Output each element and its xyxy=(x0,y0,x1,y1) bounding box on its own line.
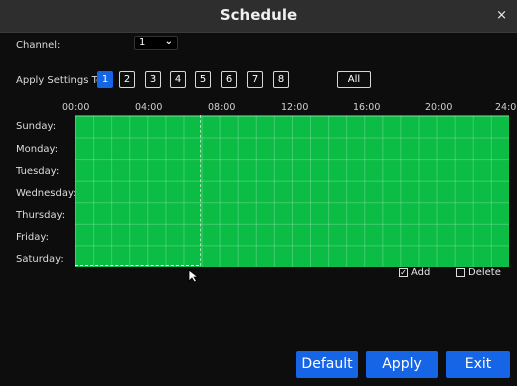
day-label-saturday: Saturday: xyxy=(16,254,64,265)
window-title: Schedule xyxy=(219,6,298,24)
delete-checkbox[interactable] xyxy=(456,268,465,277)
day-label-monday: Monday: xyxy=(16,144,59,155)
day-label-thursday: Thursday: xyxy=(16,210,66,221)
delete-mode-option[interactable]: Delete xyxy=(456,267,501,278)
default-button[interactable]: Default xyxy=(296,351,358,378)
apply-channel-4-button[interactable]: 4 xyxy=(170,71,186,88)
chevron-down-icon: ⌄ xyxy=(164,36,173,47)
hour-label: 00:00 xyxy=(62,102,90,113)
mouse-cursor-icon xyxy=(188,269,200,283)
exit-button[interactable]: Exit xyxy=(446,351,510,378)
hour-label: 12:00 xyxy=(281,102,309,113)
channel-label: Channel: xyxy=(16,40,61,51)
day-label-sunday: Sunday: xyxy=(16,121,57,132)
add-label: Add xyxy=(411,267,431,278)
day-label-friday: Friday: xyxy=(16,232,49,243)
hour-label: 08:00 xyxy=(208,102,236,113)
selection-outline xyxy=(75,265,199,267)
apply-channel-7-button[interactable]: 7 xyxy=(247,71,263,88)
apply-channel-8-button[interactable]: 8 xyxy=(273,71,289,88)
apply-all-button[interactable]: All xyxy=(337,71,371,88)
apply-channel-2-button[interactable]: 2 xyxy=(119,71,135,88)
hour-label: 24:00 xyxy=(495,102,517,113)
apply-channel-6-button[interactable]: 6 xyxy=(221,71,237,88)
apply-channel-1-button[interactable]: 1 xyxy=(97,71,113,88)
apply-channel-3-button[interactable]: 3 xyxy=(145,71,161,88)
schedule-grid[interactable] xyxy=(75,115,509,267)
channel-select[interactable]: 1 ⌄ xyxy=(134,36,178,50)
apply-channel-5-button[interactable]: 5 xyxy=(195,71,211,88)
channel-select-value: 1 xyxy=(139,37,146,48)
hour-label: 20:00 xyxy=(425,102,453,113)
hour-label: 04:00 xyxy=(135,102,163,113)
add-checkbox[interactable]: ✓ xyxy=(399,268,408,277)
hour-label: 16:00 xyxy=(353,102,381,113)
selection-outline-edge xyxy=(200,115,202,266)
apply-settings-label: Apply Settings To: xyxy=(16,75,106,86)
schedule-window: Schedule × Channel: 1 ⌄ Apply Settings T… xyxy=(0,0,517,386)
close-icon[interactable]: × xyxy=(496,8,507,23)
delete-label: Delete xyxy=(468,267,501,278)
title-bar: Schedule × xyxy=(0,0,517,33)
apply-button[interactable]: Apply xyxy=(366,351,438,378)
day-label-tuesday: Tuesday: xyxy=(16,166,60,177)
add-mode-option[interactable]: ✓ Add xyxy=(399,267,430,278)
day-label-wednesday: Wednesday: xyxy=(16,188,77,199)
